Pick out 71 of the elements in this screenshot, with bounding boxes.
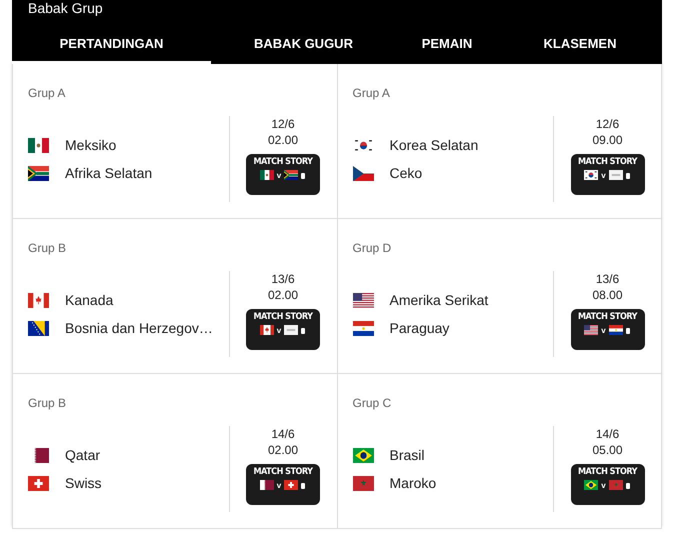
match-card[interactable]: Grup A Meksiko Afrika Selatan 12/6 02.00 MATCH STORY v <box>13 64 338 219</box>
match-date: 12/6 <box>271 116 295 132</box>
match-card[interactable]: Grup A Korea Selatan Ceko 12/6 09.00 MATCH STORY v <box>338 64 662 219</box>
match-time: 02.00 <box>268 442 298 458</box>
team-name: Swiss <box>65 475 102 491</box>
match-card[interactable]: Grup D Amerika Serikat Paraguay 13/6 08.00 MATCH STORY v <box>338 219 662 374</box>
match-card[interactable]: Grup B Qatar Swiss 14/6 02.00 MATCH STORY v <box>13 374 338 529</box>
team-name: Amerika Serikat <box>390 292 488 308</box>
flag-icon <box>352 320 374 336</box>
team-name: Brasil <box>390 447 425 463</box>
flag-icon <box>608 480 623 490</box>
tab[interactable]: BABAK GUGUR <box>211 29 396 64</box>
flag-icon <box>28 292 49 308</box>
flag-icon <box>28 320 49 336</box>
team-name: Korea Selatan <box>390 137 478 153</box>
group-label: Grup A <box>28 86 66 100</box>
flag-icon <box>284 325 298 335</box>
flag-icon <box>352 448 374 462</box>
match-card[interactable]: Grup B Kanada Bosnia dan Herzegov… 13/6 02.00 MATCH STORY v <box>13 219 338 374</box>
match-date: 12/6 <box>596 116 620 132</box>
match-time: 02.00 <box>268 132 298 148</box>
group-label: Grup B <box>28 396 68 410</box>
tab[interactable]: PERTANDINGAN <box>12 29 211 64</box>
group-label: Grup C <box>352 396 392 410</box>
group-label: Grup A <box>352 86 391 100</box>
flag-icon <box>260 325 274 335</box>
match-story-button[interactable]: MATCH STORY v <box>570 154 644 195</box>
group-label: Grup D <box>352 241 392 255</box>
flag-icon <box>608 325 623 335</box>
match-story-button[interactable]: MATCH STORY v <box>246 154 320 195</box>
match-story-button[interactable]: MATCH STORY v <box>246 309 320 350</box>
team-name: Maroko <box>390 475 436 491</box>
match-time: 08.00 <box>592 287 623 303</box>
flag-icon <box>284 480 298 490</box>
flag-icon <box>28 476 49 490</box>
match-card[interactable]: Grup C Brasil Maroko 14/6 05.00 MATCH STORY v <box>338 374 662 529</box>
flag-icon <box>352 476 374 490</box>
flag-icon <box>28 448 49 462</box>
flag-icon <box>352 292 374 308</box>
match-date: 14/6 <box>271 426 295 442</box>
team-name: Qatar <box>65 447 100 463</box>
flag-icon <box>352 138 374 152</box>
match-story-button[interactable]: MATCH STORY v <box>570 309 644 350</box>
team-name: Kanada <box>65 292 114 308</box>
match-date: 14/6 <box>596 426 620 442</box>
match-date: 13/6 <box>596 271 620 287</box>
match-story-button[interactable]: MATCH STORY v <box>246 464 320 505</box>
team-name: Afrika Selatan <box>65 165 152 181</box>
tab[interactable]: PEMAIN <box>396 29 498 64</box>
page-title: Babak Grup <box>27 0 104 16</box>
match-story-button[interactable]: MATCH STORY v <box>570 464 644 505</box>
flag-icon <box>584 480 598 490</box>
flag-icon <box>260 170 274 180</box>
team-name: Meksiko <box>65 137 116 153</box>
team-name: Paraguay <box>390 320 450 336</box>
flag-icon <box>28 138 49 152</box>
flag-icon <box>584 325 598 335</box>
flag-icon <box>608 170 623 180</box>
flag-icon <box>284 170 298 180</box>
match-time: 09.00 <box>592 132 623 148</box>
match-date: 13/6 <box>271 271 295 287</box>
flag-icon <box>260 480 274 490</box>
tab[interactable]: KLASEMEN <box>498 29 662 64</box>
match-time: 05.00 <box>592 442 623 458</box>
flag-icon <box>352 166 374 180</box>
flag-icon <box>28 166 49 180</box>
match-time: 02.00 <box>268 287 298 303</box>
team-name: Ceko <box>390 165 422 181</box>
group-label: Grup B <box>28 241 68 255</box>
flag-icon <box>584 170 598 180</box>
team-name: Bosnia dan Herzegov… <box>65 320 213 336</box>
